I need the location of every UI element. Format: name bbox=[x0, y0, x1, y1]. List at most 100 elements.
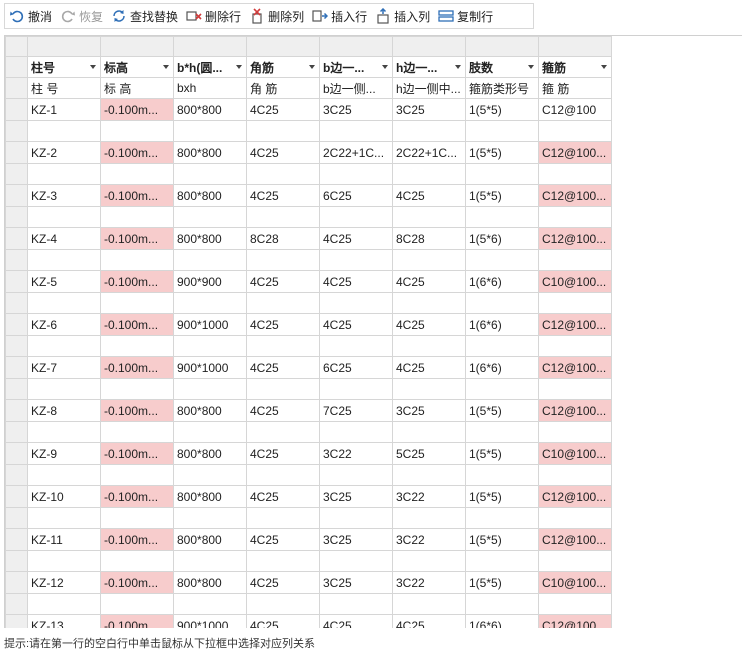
subheader-cell[interactable]: b边一侧... bbox=[319, 77, 393, 99]
table-cell[interactable]: -0.100m... bbox=[100, 485, 174, 508]
table-cell[interactable]: 2C22+1C... bbox=[392, 141, 466, 164]
table-cell[interactable] bbox=[246, 163, 320, 185]
table-cell[interactable] bbox=[392, 550, 466, 572]
table-cell[interactable] bbox=[246, 120, 320, 142]
table-cell[interactable]: 3C22 bbox=[392, 485, 466, 508]
row-header[interactable] bbox=[5, 184, 28, 207]
insert-row-button[interactable]: 插入行 bbox=[312, 4, 367, 28]
table-cell[interactable] bbox=[27, 464, 101, 486]
table-cell[interactable] bbox=[173, 120, 247, 142]
table-cell[interactable] bbox=[246, 378, 320, 400]
header-dropdown[interactable]: 标高 bbox=[100, 56, 174, 78]
table-cell[interactable]: 4C25 bbox=[392, 356, 466, 379]
table-cell[interactable]: 1(5*6) bbox=[465, 227, 539, 250]
table-cell[interactable]: -0.100m... bbox=[100, 399, 174, 422]
table-cell[interactable]: KZ-4 bbox=[27, 227, 101, 250]
table-cell[interactable] bbox=[538, 507, 612, 529]
table-cell[interactable] bbox=[100, 421, 174, 443]
table-cell[interactable]: 900*1000 bbox=[173, 356, 247, 379]
table-cell[interactable]: C12@100... bbox=[538, 399, 612, 422]
table-cell[interactable]: 4C25 bbox=[319, 270, 393, 293]
table-cell[interactable] bbox=[246, 249, 320, 271]
insert-col-button[interactable]: 插入列 bbox=[375, 4, 430, 28]
table-cell[interactable] bbox=[246, 206, 320, 228]
table-cell[interactable] bbox=[27, 421, 101, 443]
table-cell[interactable]: C12@100 bbox=[538, 98, 612, 121]
row-header[interactable] bbox=[5, 399, 28, 422]
table-cell[interactable]: 800*800 bbox=[173, 227, 247, 250]
table-cell[interactable] bbox=[392, 593, 466, 615]
table-cell[interactable]: 6C25 bbox=[319, 184, 393, 207]
table-cell[interactable]: KZ-11 bbox=[27, 528, 101, 551]
table-cell[interactable] bbox=[173, 507, 247, 529]
row-header[interactable] bbox=[5, 98, 28, 121]
table-cell[interactable]: 3C25 bbox=[392, 399, 466, 422]
delete-col-button[interactable]: 删除列 bbox=[249, 4, 304, 28]
table-cell[interactable]: 1(5*5) bbox=[465, 528, 539, 551]
table-cell[interactable] bbox=[100, 335, 174, 357]
table-cell[interactable] bbox=[538, 421, 612, 443]
table-cell[interactable] bbox=[173, 249, 247, 271]
table-cell[interactable]: 4C25 bbox=[319, 614, 393, 628]
table-cell[interactable] bbox=[27, 550, 101, 572]
table-cell[interactable] bbox=[538, 163, 612, 185]
table-cell[interactable] bbox=[392, 421, 466, 443]
table-cell[interactable] bbox=[319, 593, 393, 615]
table-cell[interactable]: 4C25 bbox=[392, 270, 466, 293]
table-cell[interactable] bbox=[392, 120, 466, 142]
row-header[interactable] bbox=[5, 141, 28, 164]
table-cell[interactable]: C12@100... bbox=[538, 313, 612, 336]
table-cell[interactable]: -0.100m... bbox=[100, 528, 174, 551]
table-cell[interactable] bbox=[319, 163, 393, 185]
table-cell[interactable]: C10@100... bbox=[538, 270, 612, 293]
table-cell[interactable] bbox=[538, 120, 612, 142]
table-cell[interactable]: C12@100... bbox=[538, 614, 612, 628]
row-header[interactable] bbox=[5, 550, 28, 572]
table-cell[interactable] bbox=[392, 507, 466, 529]
table-cell[interactable]: 1(5*5) bbox=[465, 485, 539, 508]
table-cell[interactable]: -0.100m... bbox=[100, 98, 174, 121]
table-cell[interactable]: KZ-12 bbox=[27, 571, 101, 594]
table-cell[interactable] bbox=[319, 292, 393, 314]
row-header[interactable] bbox=[5, 442, 28, 465]
table-cell[interactable]: 4C25 bbox=[246, 184, 320, 207]
table-cell[interactable]: KZ-2 bbox=[27, 141, 101, 164]
table-cell[interactable] bbox=[392, 292, 466, 314]
row-header[interactable] bbox=[5, 528, 28, 551]
row-header[interactable] bbox=[5, 421, 28, 443]
table-cell[interactable] bbox=[246, 421, 320, 443]
table-cell[interactable] bbox=[27, 593, 101, 615]
subheader-cell[interactable]: 角 筋 bbox=[246, 77, 320, 99]
table-cell[interactable]: 4C25 bbox=[392, 614, 466, 628]
table-cell[interactable] bbox=[465, 206, 539, 228]
table-cell[interactable]: 4C25 bbox=[246, 614, 320, 628]
table-cell[interactable]: 6C25 bbox=[319, 356, 393, 379]
table-cell[interactable]: -0.100m... bbox=[100, 184, 174, 207]
table-cell[interactable] bbox=[465, 163, 539, 185]
table-cell[interactable]: 900*900 bbox=[173, 270, 247, 293]
row-header[interactable] bbox=[5, 120, 28, 142]
table-cell[interactable] bbox=[392, 378, 466, 400]
table-cell[interactable]: KZ-10 bbox=[27, 485, 101, 508]
table-cell[interactable] bbox=[27, 507, 101, 529]
table-cell[interactable] bbox=[173, 421, 247, 443]
table-cell[interactable] bbox=[465, 421, 539, 443]
table-cell[interactable]: 3C25 bbox=[319, 528, 393, 551]
row-header[interactable] bbox=[5, 464, 28, 486]
table-cell[interactable]: KZ-13 bbox=[27, 614, 101, 628]
table-cell[interactable] bbox=[538, 593, 612, 615]
table-cell[interactable]: -0.100m... bbox=[100, 571, 174, 594]
header-dropdown[interactable]: 柱号 bbox=[27, 56, 101, 78]
table-cell[interactable]: 3C25 bbox=[319, 571, 393, 594]
table-cell[interactable] bbox=[27, 378, 101, 400]
table-cell[interactable] bbox=[319, 378, 393, 400]
row-header[interactable] bbox=[5, 593, 28, 615]
row-header[interactable] bbox=[5, 571, 28, 594]
table-cell[interactable] bbox=[246, 464, 320, 486]
table-cell[interactable]: C12@100... bbox=[538, 184, 612, 207]
find-replace-button[interactable]: 查找替换 bbox=[111, 4, 178, 28]
table-cell[interactable]: C12@100... bbox=[538, 227, 612, 250]
table-cell[interactable]: 3C25 bbox=[392, 98, 466, 121]
table-cell[interactable]: KZ-3 bbox=[27, 184, 101, 207]
table-cell[interactable] bbox=[319, 464, 393, 486]
